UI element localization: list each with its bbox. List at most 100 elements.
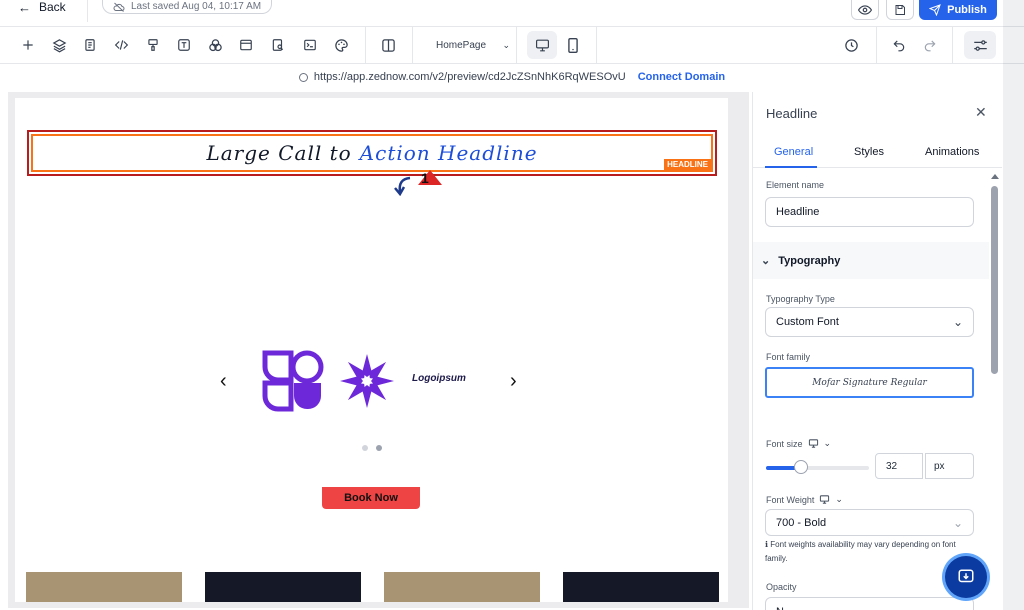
back-button[interactable]: ← Back xyxy=(18,0,66,15)
chevron-down-icon: ⌄ xyxy=(502,39,510,50)
tab-styles[interactable]: Styles xyxy=(854,146,884,158)
panel-scroll-thumb[interactable] xyxy=(991,186,998,374)
font-size-unit-select[interactable]: px xyxy=(925,453,974,479)
panel-title: Headline xyxy=(766,106,818,121)
selected-headline-element[interactable]: Large Call to Action Headline HEADLINE xyxy=(27,130,717,176)
terminal-icon[interactable] xyxy=(301,36,319,54)
columns-icon[interactable] xyxy=(379,36,397,54)
image-tile-3 xyxy=(384,572,540,602)
headline-text-part2: Action Headline xyxy=(359,141,538,165)
text-icon[interactable] xyxy=(175,36,193,54)
editor-toolbar: HomePage ⌄ xyxy=(0,27,1024,64)
preview-button[interactable] xyxy=(851,0,879,20)
blend-icon[interactable] xyxy=(206,36,224,54)
font-weight-label-row: Font Weight ⌄ xyxy=(766,494,843,505)
opacity-field[interactable]: N xyxy=(765,597,974,610)
typography-type-label: Typography Type xyxy=(766,294,835,304)
redo-icon[interactable] xyxy=(921,36,939,54)
brand-logo-star xyxy=(340,354,394,408)
tab-animations[interactable]: Animations xyxy=(925,146,979,158)
chevron-down-icon: ⌄ xyxy=(952,315,963,329)
status-circle-icon xyxy=(298,72,308,82)
search-doc-icon[interactable] xyxy=(269,36,287,54)
page-select[interactable]: HomePage ⌄ xyxy=(430,37,510,53)
font-size-slider[interactable] xyxy=(766,460,869,474)
chat-icon xyxy=(958,569,974,583)
support-chat-button[interactable] xyxy=(945,556,987,598)
divider xyxy=(365,27,366,64)
divider xyxy=(412,27,413,64)
element-name-label: Element name xyxy=(766,180,825,190)
undo-icon[interactable] xyxy=(890,36,908,54)
monitor-icon[interactable] xyxy=(819,495,830,504)
headline-tag: HEADLINE xyxy=(664,159,711,170)
divider xyxy=(87,0,88,22)
last-saved-badge: Last saved Aug 04, 10:17 AM xyxy=(102,0,273,14)
layers-icon[interactable] xyxy=(50,36,68,54)
carousel-dot-2[interactable] xyxy=(376,445,382,451)
chevron-right-icon[interactable]: › xyxy=(510,370,517,393)
connect-domain-link[interactable]: Connect Domain xyxy=(638,71,725,83)
publish-button[interactable]: Publish xyxy=(919,0,997,20)
page-canvas: Large Call to Action Headline HEADLINE ‹ xyxy=(15,98,728,602)
typography-section-header[interactable]: ⌄ Typography xyxy=(753,242,989,279)
font-size-value: 32 xyxy=(886,460,898,472)
font-weight-select[interactable]: 700 - Bold ⌄ xyxy=(765,509,974,536)
panel-tabs: General Styles Animations xyxy=(753,136,1002,168)
panel-scrollbar[interactable] xyxy=(990,172,1000,610)
cloud-off-icon xyxy=(113,2,125,12)
element-name-value: Headline xyxy=(776,206,820,218)
palette-icon[interactable] xyxy=(332,36,350,54)
typography-section-title: Typography xyxy=(778,254,841,267)
chevron-down-icon: ⌄ xyxy=(761,255,771,267)
add-icon[interactable] xyxy=(19,36,37,54)
chevron-left-icon[interactable]: ‹ xyxy=(220,370,227,393)
image-tile-1 xyxy=(26,572,182,602)
back-label: Back xyxy=(39,0,66,14)
send-icon xyxy=(929,4,941,16)
font-size-input[interactable]: 32 xyxy=(875,453,923,479)
logoipsum-text: Logoipsum xyxy=(412,373,466,384)
code-icon[interactable] xyxy=(112,36,130,54)
close-icon[interactable]: ✕ xyxy=(975,104,987,121)
carousel-dot-1[interactable] xyxy=(362,445,368,451)
desktop-view-button[interactable] xyxy=(527,31,557,59)
chevron-down-icon[interactable]: ⌄ xyxy=(835,494,843,505)
settings-toggle-button[interactable] xyxy=(964,31,996,59)
font-weight-label: Font Weight xyxy=(766,494,815,505)
paint-icon[interactable] xyxy=(144,36,162,54)
save-button[interactable] xyxy=(886,0,914,20)
phone-icon xyxy=(568,37,578,53)
page-select-value: HomePage xyxy=(436,39,487,51)
pages-icon[interactable] xyxy=(81,36,99,54)
book-now-button[interactable]: Book Now xyxy=(322,487,420,509)
tab-general[interactable]: General xyxy=(774,146,813,158)
window-icon[interactable] xyxy=(237,36,255,54)
mobile-view-button[interactable] xyxy=(558,31,588,59)
back-arrow-icon: ← xyxy=(18,0,31,15)
element-name-field[interactable]: Headline xyxy=(765,197,974,227)
font-weight-note: ℹ Font weights availability may vary dep… xyxy=(765,538,970,566)
font-size-label: Font size xyxy=(766,438,803,449)
annotation-number: 1 xyxy=(421,170,429,186)
divider xyxy=(876,27,877,64)
book-now-label: Book Now xyxy=(344,492,398,504)
monitor-icon[interactable] xyxy=(808,439,819,448)
logo-carousel: ‹ Logoipsum › xyxy=(220,348,530,418)
chevron-down-icon[interactable]: ⌄ xyxy=(824,438,832,449)
info-icon: ℹ xyxy=(765,540,769,549)
image-tile-4 xyxy=(563,572,719,602)
font-family-select[interactable]: Mofar Signature Regular xyxy=(765,367,974,398)
headline-text-part1: Large Call to xyxy=(206,141,352,165)
image-tile-2 xyxy=(205,572,361,602)
font-size-slider-knob[interactable] xyxy=(794,460,809,474)
history-icon[interactable] xyxy=(842,36,860,54)
typography-type-select[interactable]: Custom Font ⌄ xyxy=(765,307,974,337)
canvas-area: Large Call to Action Headline HEADLINE ‹ xyxy=(8,92,749,608)
scroll-up-icon[interactable] xyxy=(991,174,999,179)
chevron-down-icon: ⌄ xyxy=(952,515,963,530)
opacity-label: Opacity xyxy=(766,582,797,592)
typography-type-value: Custom Font xyxy=(776,316,839,328)
opacity-value: N xyxy=(776,606,784,610)
preview-url[interactable]: https://app.zednow.com/v2/preview/cd2JcZ… xyxy=(314,71,626,83)
